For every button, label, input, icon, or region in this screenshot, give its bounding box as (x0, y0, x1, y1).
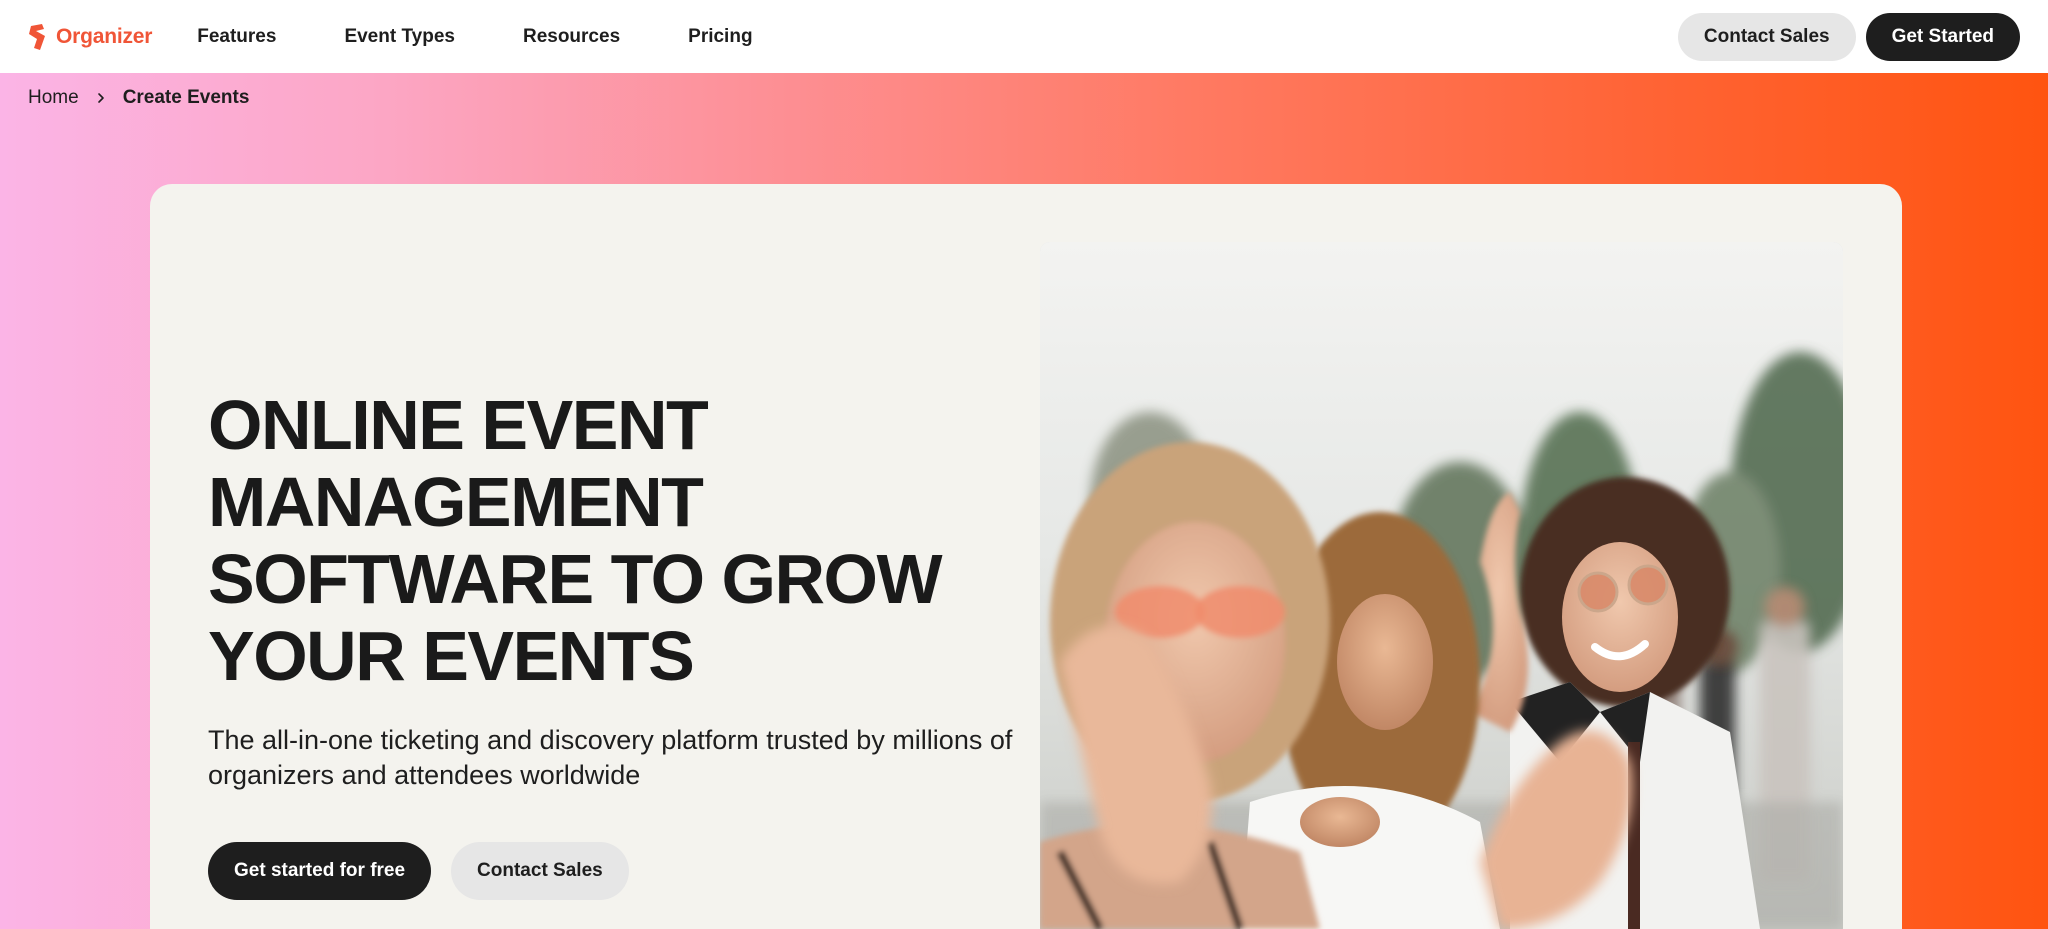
nav-link-features[interactable]: Features (197, 26, 276, 48)
breadcrumb: Home Create Events (28, 87, 249, 109)
nav-link-resources[interactable]: Resources (523, 26, 620, 48)
contact-sales-button[interactable]: Contact Sales (1677, 12, 1856, 61)
nav-actions: Contact Sales Get Started (1677, 12, 2020, 61)
brand-logo[interactable]: Organizer (28, 23, 153, 50)
organizer-logo-icon (29, 23, 45, 50)
nav-link-event-types[interactable]: Event Types (344, 26, 455, 48)
get-started-button[interactable]: Get Started (1865, 12, 2020, 61)
primary-nav: Features Event Types Resources Pricing (197, 26, 820, 48)
chevron-right-icon (97, 93, 104, 103)
get-started-free-button[interactable]: Get started for free (208, 842, 432, 900)
top-navigation: Organizer Features Event Types Resources… (0, 0, 2048, 73)
brand-name: Organizer (56, 24, 153, 48)
hero-headline-line: ONLINE EVENT (208, 386, 709, 464)
hero-subheading-line: The all-in-one ticketing and discovery p… (208, 725, 1013, 755)
hero-headline-line: SOFTWARE TO GROW (208, 540, 943, 618)
hero-headline-line: YOUR EVENTS (208, 617, 695, 695)
breadcrumb-current-page: Create Events (122, 87, 250, 108)
nav-link-pricing[interactable]: Pricing (688, 26, 752, 48)
hero-cta-group: Get started for free Contact Sales (208, 842, 629, 900)
hero-headline-line: MANAGEMENT (208, 463, 704, 541)
hero-photo-festival-crowd (1040, 242, 1843, 929)
hero-subheading: The all-in-one ticketing and discovery p… (208, 723, 1038, 793)
hero-subheading-line: organizers and attendees worldwide (208, 760, 641, 790)
hero-headline: ONLINE EVENT MANAGEMENT SOFTWARE TO GROW… (208, 387, 1028, 695)
hero-contact-sales-button[interactable]: Contact Sales (451, 842, 629, 900)
hero-card: ONLINE EVENT MANAGEMENT SOFTWARE TO GROW… (150, 184, 1902, 929)
breadcrumb-home-link[interactable]: Home (28, 87, 79, 109)
festival-crowd-image (1040, 242, 1843, 929)
